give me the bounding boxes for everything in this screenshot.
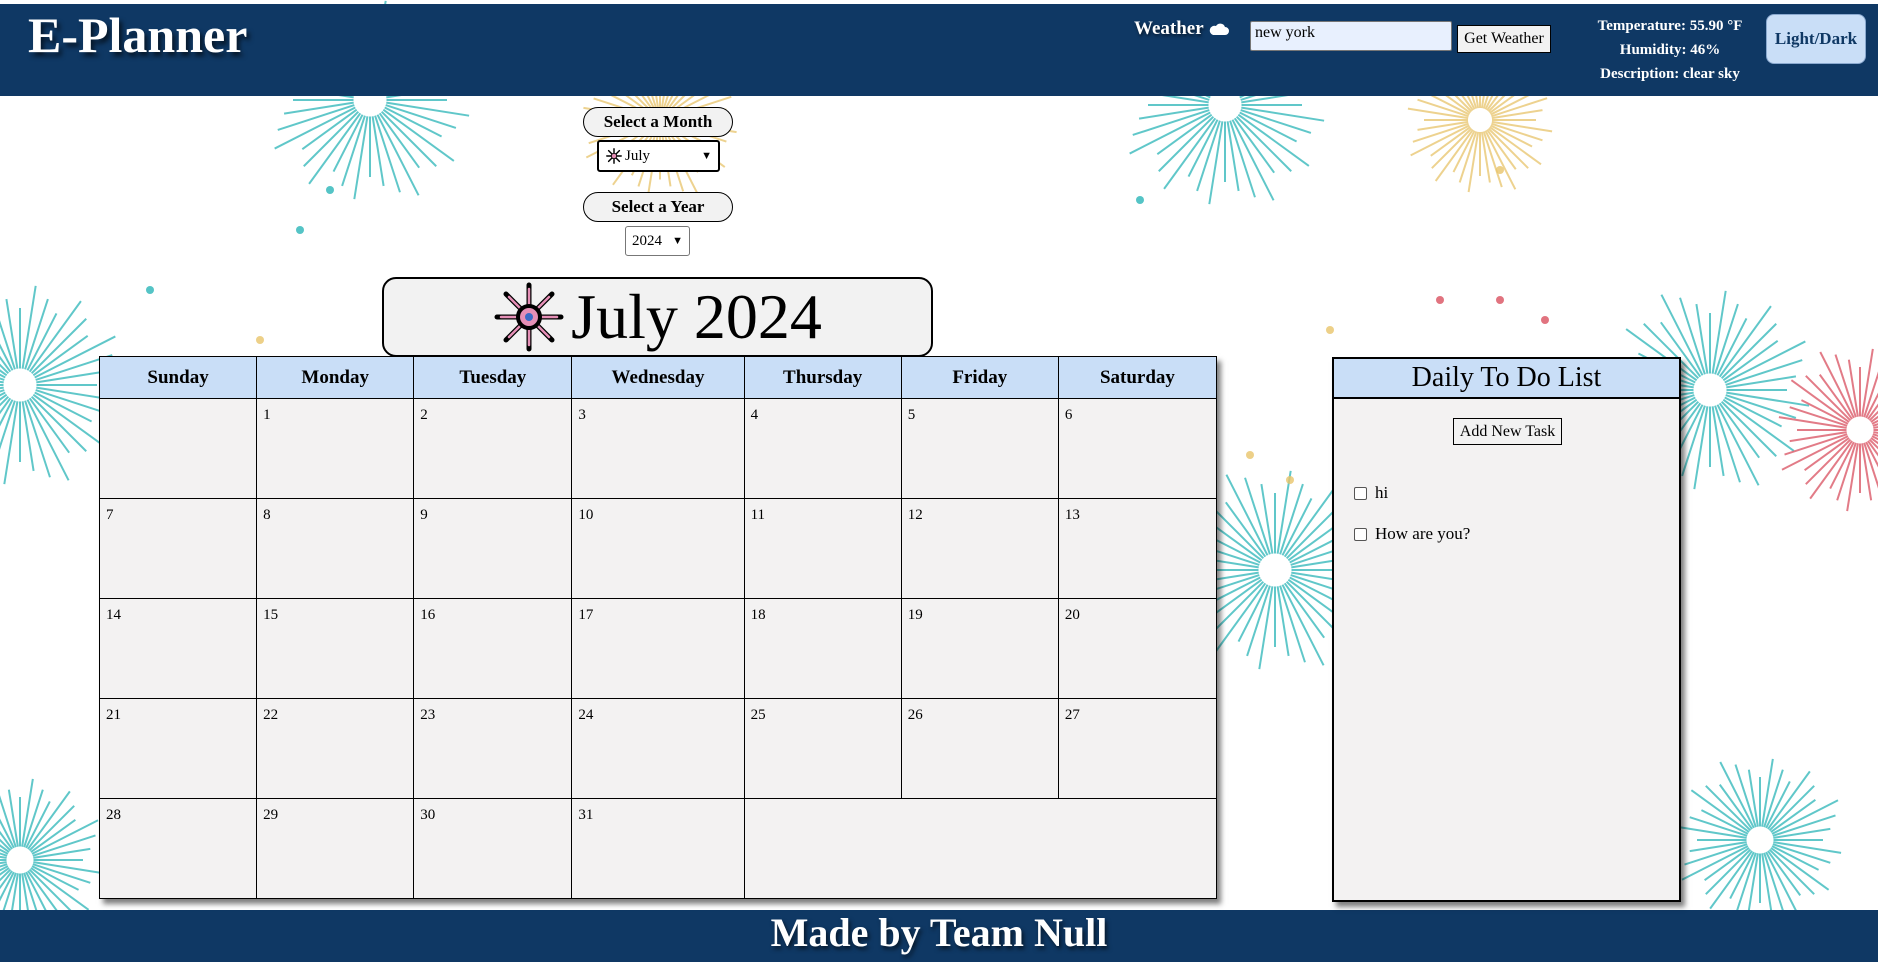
confetti-dot	[1246, 451, 1254, 459]
day-cell[interactable]: 10	[571, 498, 745, 599]
day-cell[interactable]: 17	[571, 598, 745, 699]
calendar-week-row: 28 29 30 31	[98, 798, 1218, 899]
day-cell[interactable]: 6	[1057, 398, 1218, 499]
day-cell[interactable]: 30	[413, 798, 573, 899]
day-cell[interactable]: 16	[413, 598, 573, 699]
firework-icon	[494, 282, 564, 352]
calendar-week-row: 1 2 3 4 5 6	[98, 398, 1218, 499]
confetti-dot	[1436, 296, 1444, 304]
day-cell[interactable]: 24	[571, 698, 745, 799]
confetti-dot	[326, 186, 334, 194]
temperature-text: Temperature: 55.90 °F	[1597, 18, 1743, 34]
task-checkbox[interactable]	[1354, 527, 1367, 541]
get-weather-button[interactable]: Get Weather	[1457, 25, 1551, 53]
day-cell[interactable]: 31	[571, 798, 745, 899]
weekday-sunday: Sunday	[98, 356, 258, 399]
weekday-thursday: Thursday	[743, 356, 902, 399]
confetti-dot	[1286, 476, 1294, 484]
firework-burst	[1678, 758, 1842, 922]
light-dark-toggle-button[interactable]: Light/Dark	[1766, 14, 1866, 64]
todo-title: Daily To Do List	[1334, 359, 1679, 399]
day-cell[interactable]: 1	[256, 398, 415, 499]
city-input[interactable]: new york	[1250, 21, 1452, 51]
day-cell[interactable]: 15	[256, 598, 415, 699]
month-select-value: July	[625, 147, 651, 164]
weekday-monday: Monday	[256, 356, 415, 399]
footer-bar: Made by Team Null	[0, 910, 1878, 962]
add-new-task-button[interactable]: Add New Task	[1453, 418, 1562, 445]
day-cell[interactable]: 25	[743, 698, 902, 799]
confetti-dot	[296, 226, 304, 234]
weekday-header-row: Sunday Monday Tuesday Wednesday Thursday…	[98, 356, 1218, 399]
cloud-icon	[1209, 23, 1229, 35]
month-banner-title: July 2024	[571, 281, 822, 352]
month-select[interactable]: July ▼	[597, 140, 720, 172]
task-checkbox[interactable]	[1354, 486, 1367, 500]
confetti-dot	[1541, 316, 1549, 324]
day-cell[interactable]: 14	[98, 598, 258, 699]
weekday-tuesday: Tuesday	[413, 356, 573, 399]
weather-label: Weather	[1134, 18, 1230, 40]
day-cell[interactable]: 13	[1057, 498, 1218, 599]
firework-icon	[606, 148, 622, 164]
chevron-down-icon: ▼	[701, 150, 712, 162]
weather-label-text: Weather	[1134, 18, 1204, 39]
day-cell[interactable]: 29	[256, 798, 415, 899]
confetti-dot	[256, 336, 264, 344]
day-cell[interactable]: 12	[900, 498, 1059, 599]
day-cell[interactable]: 9	[413, 498, 573, 599]
month-banner: July 2024	[382, 277, 933, 357]
todo-panel: Daily To Do List Add New Task hi How are…	[1332, 357, 1681, 902]
confetti-dot	[1136, 196, 1144, 204]
empty-day-cell	[743, 798, 1218, 899]
header-bar: E-Planner Weather new york Get Weather T…	[0, 4, 1878, 96]
day-cell[interactable]: 8	[256, 498, 415, 599]
year-select-value: 2024	[632, 232, 662, 249]
weather-info: Temperature: 55.90 °F Humidity: 46% Desc…	[1570, 14, 1770, 86]
year-select[interactable]: 2024 ▼	[625, 226, 690, 256]
task-text: hi	[1375, 483, 1389, 502]
task-item: hi	[1354, 483, 1388, 503]
day-cell[interactable]: 27	[1057, 698, 1218, 799]
day-cell[interactable]: 28	[98, 798, 258, 899]
humidity-text: Humidity: 46%	[1619, 42, 1721, 58]
day-cell[interactable]: 19	[900, 598, 1059, 699]
day-cell[interactable]: 20	[1057, 598, 1218, 699]
calendar-grid: Sunday Monday Tuesday Wednesday Thursday…	[98, 356, 1218, 899]
confetti-dot	[1496, 166, 1504, 174]
day-cell[interactable]: 3	[571, 398, 745, 499]
app-title: E-Planner	[28, 7, 248, 63]
chevron-down-icon: ▼	[672, 235, 683, 247]
day-cell[interactable]: 11	[743, 498, 902, 599]
confetti-dot	[146, 286, 154, 294]
task-item: How are you?	[1354, 524, 1470, 544]
weekday-saturday: Saturday	[1057, 356, 1218, 399]
day-cell[interactable]	[98, 398, 258, 499]
calendar-week-row: 14 15 16 17 18 19 20	[98, 598, 1218, 699]
task-text: How are you?	[1375, 524, 1471, 543]
weekday-friday: Friday	[900, 356, 1059, 399]
day-cell[interactable]: 22	[256, 698, 415, 799]
day-cell[interactable]: 2	[413, 398, 573, 499]
calendar-week-row: 21 22 23 24 25 26 27	[98, 698, 1218, 799]
day-cell[interactable]: 7	[98, 498, 258, 599]
calendar-week-row: 7 8 9 10 11 12 13	[98, 498, 1218, 599]
day-cell[interactable]: 18	[743, 598, 902, 699]
day-cell[interactable]: 5	[900, 398, 1059, 499]
select-year-label: Select a Year	[583, 192, 733, 222]
weekday-wednesday: Wednesday	[571, 356, 745, 399]
firework-burst	[1778, 348, 1878, 512]
day-cell[interactable]: 21	[98, 698, 258, 799]
confetti-dot	[1496, 296, 1504, 304]
footer-text: Made by Team Null	[770, 910, 1108, 955]
confetti-dot	[1326, 326, 1334, 334]
day-cell[interactable]: 4	[743, 398, 902, 499]
day-cell[interactable]: 26	[900, 698, 1059, 799]
select-month-label: Select a Month	[583, 107, 733, 137]
day-cell[interactable]: 23	[413, 698, 573, 799]
description-text: Description: clear sky	[1600, 66, 1740, 82]
